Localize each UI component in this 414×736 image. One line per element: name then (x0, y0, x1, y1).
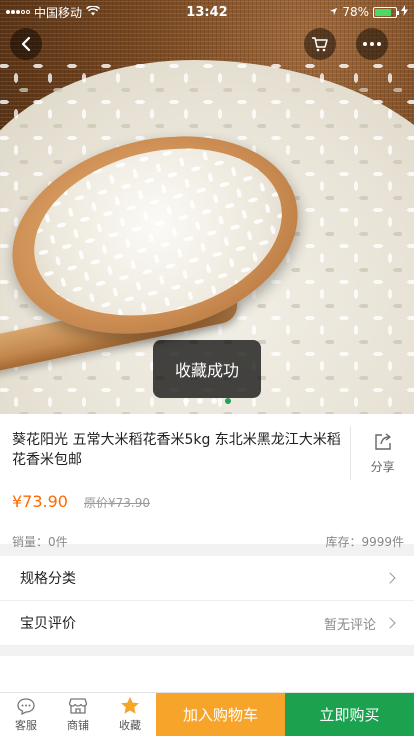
carrier-name: 中国移动 (34, 5, 83, 20)
buy-now-button[interactable]: 立即购买 (285, 693, 414, 736)
chevron-right-icon (384, 572, 396, 584)
options-panel: 规格分类 宝贝评价 暂无评论 (0, 556, 414, 646)
carousel-dot[interactable] (183, 398, 189, 404)
battery-percent: 78% (342, 5, 369, 19)
original-price: 原价¥73.90 (83, 496, 150, 510)
chevron-right-icon (384, 617, 396, 629)
location-icon (329, 5, 338, 19)
carousel-dot-active[interactable] (225, 398, 231, 404)
customer-service-button[interactable]: 客服 (0, 693, 52, 736)
chevron-left-icon (21, 36, 31, 52)
share-icon (374, 432, 391, 450)
review-status: 暂无评论 (323, 617, 376, 633)
status-bar: 中国移动 13:42 78% (0, 0, 414, 24)
product-detail-page: 中国移动 13:42 78% 收藏成功 葵花阳光 五常大米稻花香米5kg 东北米… (0, 0, 414, 736)
share-label: 分享 (370, 459, 395, 474)
chat-icon (17, 697, 35, 715)
spec-label: 规格分类 (20, 571, 76, 587)
battery-icon (373, 6, 399, 18)
review-row[interactable]: 宝贝评价 暂无评论 (0, 601, 414, 646)
add-to-cart-button[interactable]: 加入购物车 (156, 693, 285, 736)
shop-label: 商铺 (67, 718, 89, 732)
sales-count: 销量：0件 (12, 535, 68, 549)
customer-service-label: 客服 (15, 718, 37, 732)
cart-button[interactable] (304, 28, 336, 60)
wifi-icon (85, 5, 101, 19)
star-icon (121, 696, 139, 714)
carousel-indicator (0, 398, 414, 404)
current-price: ¥73.90 (12, 492, 68, 511)
carousel-dot[interactable] (211, 398, 217, 404)
charging-icon (401, 5, 408, 19)
more-dots-icon (363, 42, 381, 46)
share-button[interactable]: 分享 (350, 426, 414, 480)
shop-icon (68, 697, 88, 714)
toast-message: 收藏成功 (153, 340, 261, 398)
shop-button[interactable]: 商铺 (52, 693, 104, 736)
carousel-dot[interactable] (197, 398, 203, 404)
signal-icon (6, 10, 30, 14)
status-time: 13:42 (186, 4, 228, 20)
favorite-label: 收藏 (119, 719, 141, 732)
spec-selection-row[interactable]: 规格分类 (0, 556, 414, 601)
review-label: 宝贝评价 (20, 616, 76, 632)
shopping-cart-icon (312, 37, 328, 52)
stock-count: 库存：9999件 (325, 535, 404, 549)
favorite-button[interactable]: 收藏 (104, 693, 156, 736)
product-title: 葵花阳光 五常大米稻花香米5kg 东北米黑龙江大米稻花香米包邮 (12, 432, 341, 468)
product-info: 葵花阳光 五常大米稻花香米5kg 东北米黑龙江大米稻花香米包邮 分享 ¥73.9… (0, 414, 414, 549)
back-button[interactable] (10, 28, 42, 60)
content-area (0, 656, 414, 696)
bottom-action-bar: 客服 商铺 收藏 加入购物车 立即购买 (0, 692, 414, 736)
more-button[interactable] (356, 28, 388, 60)
